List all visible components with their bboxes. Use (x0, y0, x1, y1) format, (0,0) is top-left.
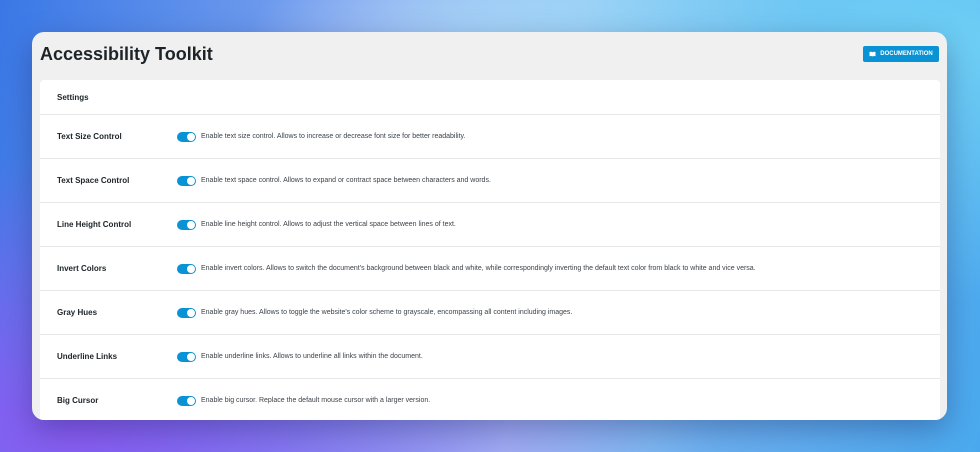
setting-row-gray-hues: Gray Hues Enable gray hues. Allows to to… (40, 291, 940, 335)
setting-description: Enable underline links. Allows to underl… (201, 353, 423, 360)
setting-label: Line Height Control (57, 220, 132, 229)
line-height-toggle[interactable] (177, 219, 196, 230)
setting-row-text-size: Text Size Control Enable text size contr… (40, 115, 940, 159)
toggle-knob (187, 308, 195, 317)
page-header: Accessibility Toolkit DOCUMENTATION (32, 32, 947, 80)
setting-description: Enable gray hues. Allows to toggle the w… (201, 309, 573, 316)
setting-row-text-space: Text Space Control Enable text space con… (40, 159, 940, 203)
setting-label: Text Size Control (57, 132, 122, 141)
text-space-toggle[interactable] (177, 175, 196, 186)
toggle-knob (187, 220, 195, 229)
text-size-toggle[interactable] (177, 131, 196, 142)
setting-label: Underline Links (57, 352, 118, 361)
page-title: Accessibility Toolkit (40, 44, 213, 64)
setting-label: Big Cursor (57, 396, 99, 405)
setting-description: Enable text space control. Allows to exp… (201, 177, 491, 184)
big-cursor-toggle[interactable] (177, 395, 196, 406)
setting-row-invert-colors: Invert Colors Enable invert colors. Allo… (40, 247, 940, 291)
settings-heading: Settings (40, 80, 940, 115)
toggle-knob (187, 264, 195, 273)
setting-label: Invert Colors (57, 264, 107, 273)
toggle-knob (187, 176, 195, 185)
toggle-knob (187, 352, 195, 361)
documentation-button[interactable]: DOCUMENTATION (863, 46, 939, 62)
settings-panel: Settings Text Size Control Enable text s… (40, 80, 940, 420)
setting-description: Enable line height control. Allows to ad… (201, 221, 456, 228)
setting-description: Enable big cursor. Replace the default m… (201, 397, 431, 404)
settings-window: Accessibility Toolkit DOCUMENTATION Sett… (32, 32, 947, 420)
setting-row-big-cursor: Big Cursor Enable big cursor. Replace th… (40, 379, 940, 420)
documentation-button-label: DOCUMENTATION (880, 51, 933, 57)
underline-links-toggle[interactable] (177, 351, 196, 362)
setting-description: Enable invert colors. Allows to switch t… (201, 265, 756, 272)
book-icon (869, 51, 876, 57)
setting-row-underline-links: Underline Links Enable underline links. … (40, 335, 940, 379)
setting-row-line-height: Line Height Control Enable line height c… (40, 203, 940, 247)
setting-description: Enable text size control. Allows to incr… (201, 133, 466, 140)
setting-label: Gray Hues (57, 308, 98, 317)
invert-colors-toggle[interactable] (177, 263, 196, 274)
toggle-knob (187, 396, 195, 405)
toggle-knob (187, 132, 195, 141)
gray-hues-toggle[interactable] (177, 307, 196, 318)
setting-label: Text Space Control (57, 176, 130, 185)
